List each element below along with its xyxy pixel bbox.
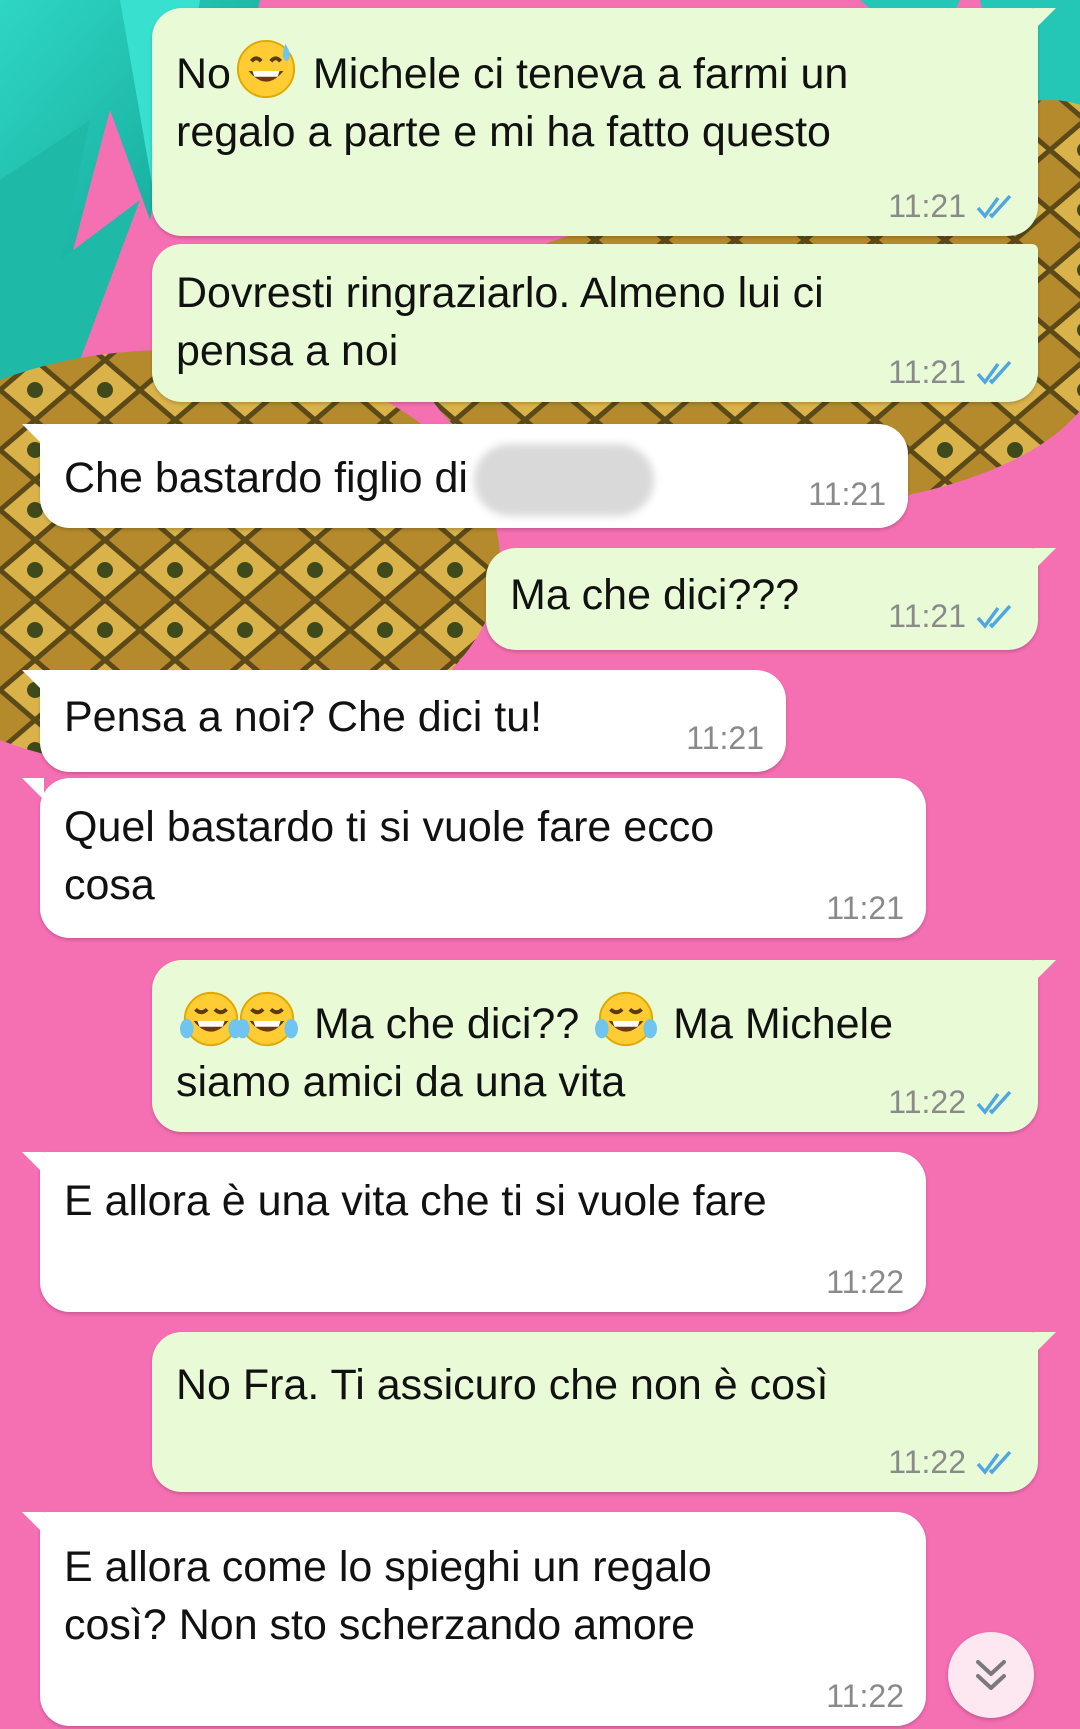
message-time: 11:21 — [888, 188, 966, 224]
message-meta: 11:22 — [888, 1082, 1016, 1122]
message-meta: 11:21 — [888, 186, 1016, 226]
message-bubble-incoming[interactable]: E allora come lo spieghi un regalo così?… — [22, 1512, 926, 1726]
message-time: 11:22 — [826, 1678, 904, 1714]
message-bubble-incoming[interactable]: Quel bastardo ti si vuole fare ecco cosa… — [22, 778, 926, 938]
message-text: Ma che dici??? — [510, 571, 800, 619]
read-ticks-icon — [976, 604, 1012, 629]
message-time: 11:21 — [888, 354, 966, 390]
message-text: Ma che dici?? Ma Michele siamo amici da … — [176, 988, 928, 1111]
message-meta: 11:21 — [686, 718, 764, 758]
read-ticks-icon — [976, 1450, 1012, 1475]
message-meta: 11:22 — [826, 1262, 904, 1302]
message-time: 11:22 — [888, 1444, 966, 1480]
message-text: Pensa a noi? Che dici tu! — [64, 693, 543, 741]
message-bubble-incoming[interactable]: Pensa a noi? Che dici tu! 11:21 — [22, 670, 786, 772]
redacted-blur — [473, 444, 654, 516]
message-bubble-incoming[interactable]: Che bastardo figlio di 11:21 — [22, 424, 908, 528]
message-bubble-incoming[interactable]: E allora è una vita che ti si vuole fare… — [22, 1152, 926, 1312]
message-meta: 11:22 — [888, 1442, 1016, 1482]
message-bubble-outgoing[interactable]: No Fra. Ti assicuro che non è così 11:22 — [152, 1332, 1056, 1492]
tears-of-joy-emoji-icon — [236, 991, 298, 1047]
message-time: 11:21 — [826, 890, 904, 926]
scroll-to-bottom-button[interactable] — [948, 1632, 1034, 1718]
message-time: 11:21 — [808, 476, 886, 512]
read-ticks-icon — [976, 1090, 1012, 1115]
message-text: No Michele ci teneva a farmi un regalo a… — [176, 38, 928, 161]
message-time: 11:21 — [686, 720, 764, 756]
grinning-sweat-emoji-icon — [236, 39, 296, 99]
read-ticks-icon — [976, 360, 1012, 385]
message-text: No Fra. Ti assicuro che non è così — [176, 1361, 829, 1409]
message-text: E allora come lo spieghi un regalo così?… — [64, 1543, 724, 1649]
message-text: Che bastardo figlio di — [64, 444, 798, 516]
message-meta: 11:22 — [826, 1676, 904, 1716]
message-bubble-outgoing[interactable]: No Michele ci teneva a farmi un regalo a… — [152, 8, 1056, 236]
message-time: 11:21 — [888, 598, 966, 634]
message-meta: 11:21 — [826, 888, 904, 928]
tears-of-joy-emoji-icon — [595, 991, 658, 1047]
read-ticks-icon — [976, 194, 1012, 219]
message-time: 11:22 — [888, 1084, 966, 1120]
message-meta: 11:21 — [888, 596, 1016, 636]
message-meta: 11:21 — [888, 352, 1016, 392]
message-bubble-outgoing[interactable]: Ma che dici?? Ma Michele siamo amici da … — [152, 960, 1056, 1132]
message-text: Quel bastardo ti si vuole fare ecco cosa — [64, 803, 727, 909]
tears-of-joy-emoji-icon — [180, 991, 242, 1047]
chat-conversation[interactable]: No Michele ci teneva a farmi un regalo a… — [0, 0, 1080, 1729]
message-meta: 11:21 — [808, 474, 886, 514]
message-bubble-outgoing[interactable]: Ma che dici??? 11:21 — [486, 548, 1056, 650]
message-text: E allora è una vita che ti si vuole fare — [64, 1177, 767, 1225]
double-chevron-down-icon — [976, 1660, 1006, 1690]
message-bubble-outgoing[interactable]: Dovresti ringraziarlo. Almeno lui ci pen… — [152, 244, 1038, 402]
message-text: Dovresti ringraziarlo. Almeno lui ci pen… — [176, 269, 836, 375]
message-time: 11:22 — [826, 1264, 904, 1300]
